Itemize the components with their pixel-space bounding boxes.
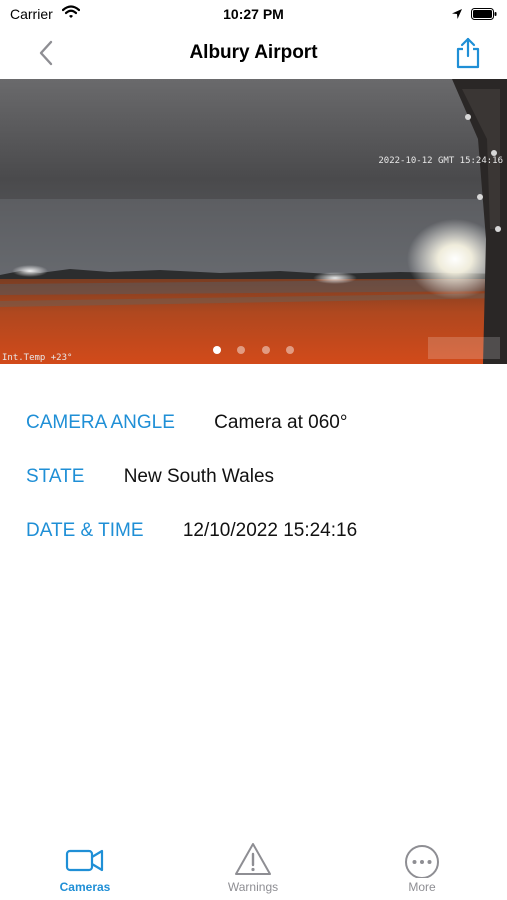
tab-warnings[interactable]: Warnings: [193, 838, 313, 894]
page-dot-2[interactable]: [237, 346, 246, 354]
video-camera-icon: [25, 838, 145, 878]
page-dot-4[interactable]: [286, 346, 295, 354]
camera-image-carousel[interactable]: 2022-10-12 GMT 15:24:16 Int.Temp +23°: [0, 79, 507, 364]
camera-angle-label: CAMERA ANGLE: [26, 412, 175, 433]
tab-label-more: More: [408, 880, 436, 894]
date-time-label: DATE & TIME: [26, 520, 144, 541]
tab-cameras[interactable]: Cameras: [25, 838, 145, 894]
navigation-bar: Albury Airport: [0, 28, 507, 78]
page-dot-1[interactable]: [212, 346, 221, 354]
share-icon: [456, 37, 480, 69]
more-ellipsis-icon: [362, 838, 482, 879]
date-time-value: 12/10/2022 15:24:16: [182, 520, 358, 541]
detail-row-camera-angle: CAMERA ANGLE Camera at 060°: [26, 412, 347, 434]
clock: 10:27 PM: [223, 6, 284, 22]
state-label: STATE: [26, 466, 85, 487]
detail-row-date-time: DATE & TIME 12/10/2022 15:24:16: [26, 520, 357, 542]
share-button[interactable]: [454, 36, 482, 70]
location-arrow-icon: [451, 7, 463, 25]
warning-triangle-icon: [193, 838, 313, 878]
camera-angle-value: Camera at 060°: [214, 412, 348, 433]
battery-icon: [471, 7, 497, 20]
page-title: Albury Airport: [189, 42, 318, 63]
image-timestamp-overlay: 2022-10-12 GMT 15:24:16: [378, 156, 503, 166]
tab-label-cameras: Cameras: [59, 880, 111, 894]
state-value: New South Wales: [123, 466, 275, 487]
status-bar: Carrier 10:27 PM: [0, 0, 507, 28]
tab-label-warnings: Warnings: [227, 880, 279, 894]
tab-more[interactable]: More: [362, 838, 482, 894]
camera-image: [0, 79, 507, 364]
detail-row-state: STATE New South Wales: [26, 466, 274, 488]
page-indicator[interactable]: [0, 341, 507, 359]
page-dot-3[interactable]: [261, 346, 270, 354]
tab-bar: Cameras Warnings More: [0, 838, 507, 900]
